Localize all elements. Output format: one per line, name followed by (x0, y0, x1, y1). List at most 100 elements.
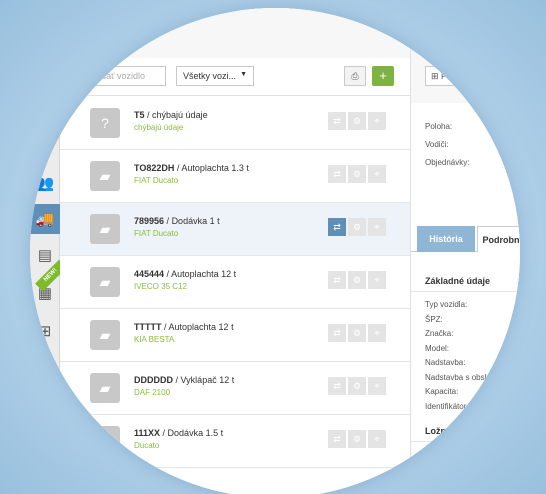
sidebar-item-vehicles[interactable]: 🚚 (30, 204, 60, 234)
sidebar: ╱ 👥 🚚 ▤ ▦ ⊞ NEW! (30, 8, 67, 494)
list-header (60, 8, 410, 58)
assign-driver-icon[interactable]: ⇄ (328, 165, 346, 183)
spec-key: Typ vozidla: (425, 300, 468, 309)
row-actions: ⇄ ⚙ ⌖ (328, 377, 386, 395)
info-link[interactable]: Lokaliz (507, 122, 520, 131)
truck-icon: ▰ (90, 426, 120, 456)
location-pin-icon[interactable]: ⌖ (368, 165, 386, 183)
info-key: Poloha: (425, 122, 453, 131)
spec-key: Značka: (425, 329, 454, 338)
assign-driver-icon[interactable]: ⇄ (328, 218, 346, 236)
documents-icon: ▤ (37, 247, 53, 264)
info-link[interactable]: Priradiť vo (507, 140, 520, 149)
question-icon: ? (90, 108, 120, 138)
sidebar-item-tools[interactable]: ╱ (30, 128, 60, 158)
search-input[interactable]: Hľadať vozidlo (80, 66, 166, 86)
vehicle-row[interactable]: ▰ TTTTT / Autoplachta 12 t KIA BESTA ⇄ ⚙ ⌖ (60, 309, 410, 362)
assign-driver-icon[interactable]: ⇄ (328, 377, 346, 395)
row-actions: ⇄ ⚙ ⌖ (328, 165, 386, 183)
info-key: Vodiči: (425, 140, 449, 149)
tab-history[interactable]: História (417, 226, 475, 252)
truck-icon: ▰ (90, 320, 120, 350)
vehicle-type: Vyklápač 12 t (180, 375, 235, 385)
chevron-down-icon: ▼ (240, 71, 247, 78)
row-actions: ⇄ ⚙ ⌖ (328, 218, 386, 236)
row-actions: ⇄ ⚙ ⌖ (328, 271, 386, 289)
assign-driver-icon[interactable]: ⇄ (328, 324, 346, 342)
vehicle-code: TO822DH (134, 163, 175, 173)
settings-icon[interactable]: ⚙ (348, 324, 366, 342)
add-vehicle-button[interactable]: + (372, 66, 394, 86)
location-pin-icon[interactable]: ⌖ (368, 430, 386, 448)
info-value: chýbajú údaj (507, 158, 520, 167)
print-button[interactable]: ⎙ (344, 66, 366, 86)
vehicle-filter-value: Všetky vozi... (183, 71, 237, 81)
vehicle-model: FIAT Ducato (134, 229, 179, 238)
tab-details[interactable]: Podrobnosti (477, 226, 520, 252)
vehicle-row[interactable]: ▰ TO822DH / Autoplachta 1.3 t FIAT Ducato ⇄… (60, 150, 410, 203)
info-key: Objednávky: (425, 158, 470, 167)
vehicle-list: ? T5 / chýbajú údaje chýbajú údaje ⇄ ⚙ ⌖ ▰ TO82… (60, 97, 410, 468)
vehicle-list-panel: Hľadať vozidlo Všetky vozi... ▼ ⎙ + ? T5 … (60, 8, 410, 494)
spec-key: Identifikátor vozidla: (425, 401, 496, 411)
assign-button-label: Pridať do u (441, 71, 486, 81)
sidebar-item-users[interactable]: 👥 (30, 168, 60, 198)
vehicle-row[interactable]: ▰ 789956 / Dodávka 1 t FIAT Ducato ⇄ ⚙ ⌖ (60, 203, 410, 256)
spec-row: Typ vozidla:Dodáv (425, 300, 520, 309)
vehicle-model: DAF 2100 (134, 388, 171, 397)
vehicle-filter-select[interactable]: Všetky vozi... ▼ (176, 66, 254, 86)
location-pin-icon[interactable]: ⌖ (368, 271, 386, 289)
truck-icon: ▰ (90, 267, 120, 297)
vehicle-title: 789956 / Dodávka 1 t (134, 216, 220, 226)
vehicle-title: 111XX / Dodávka 1.5 t (134, 428, 224, 438)
settings-icon[interactable]: ⚙ (348, 271, 366, 289)
settings-icon[interactable]: ⚙ (348, 430, 366, 448)
vehicle-model: chýbajú údaje (134, 123, 184, 132)
vehicle-type: Dodávka 1 t (171, 216, 220, 226)
vehicle-type: Autoplachta 12 t (168, 322, 234, 332)
sidebar-item-forms[interactable]: ⊞ (30, 316, 60, 346)
vehicle-code: TTTTT (134, 322, 162, 332)
truck-icon: 🚚 (35, 211, 55, 228)
settings-icon[interactable]: ⚙ (348, 165, 366, 183)
spec-row: Max. dĺžka: (425, 450, 520, 459)
assign-driver-icon[interactable]: ⇄ (328, 271, 346, 289)
users-icon: 👥 (35, 175, 55, 192)
vehicle-detail-panel: 789 ⊞ Pridať do u Poloha: Lokaliz Vodiči:… (410, 8, 520, 494)
vehicle-row[interactable]: ▰ 111XX / Dodávka 1.5 t Ducato ⇄ ⚙ ⌖ (60, 415, 410, 468)
detail-title: 789 (425, 40, 447, 55)
spec-key: Nadstavba: (425, 358, 466, 367)
assign-button[interactable]: ⊞ Pridať do u (425, 66, 520, 86)
vehicle-row[interactable]: ▰ DDDDDD / Vyklápač 12 t DAF 2100 ⇄ ⚙ ⌖ (60, 362, 410, 415)
assign-driver-icon[interactable]: ⇄ (328, 430, 346, 448)
vehicle-title: TO822DH / Autoplachta 1.3 t (134, 163, 249, 173)
vehicle-code: 445444 (134, 269, 165, 279)
spec-row: Identifikátor vozidla: (425, 402, 520, 411)
settings-icon[interactable]: ⚙ (348, 112, 366, 130)
section-load-title: Ložná plocha (411, 420, 520, 442)
spec-key: Kapacita: (425, 387, 459, 396)
vehicle-title: 445444 / Autoplachta 12 t (134, 269, 237, 279)
info-row-location: Poloha: Lokaliz (425, 122, 520, 131)
section-basic-title: Základné údaje (411, 270, 520, 292)
spec-key: ŠPZ: (425, 314, 443, 324)
location-pin-icon[interactable]: ⌖ (368, 112, 386, 130)
row-actions: ⇄ ⚙ ⌖ (328, 112, 386, 130)
location-pin-icon[interactable]: ⌖ (368, 377, 386, 395)
location-pin-icon[interactable]: ⌖ (368, 324, 386, 342)
vehicle-code: DDDDDD (134, 375, 173, 385)
vehicle-row[interactable]: ? T5 / chýbajú údaje chýbajú údaje ⇄ ⚙ ⌖ (60, 97, 410, 150)
add-to-icon: ⊞ (431, 71, 442, 81)
spec-row: ŠPZ:78995 (425, 315, 520, 324)
spec-key: Model: (425, 343, 450, 353)
settings-icon[interactable]: ⚙ (348, 218, 366, 236)
settings-icon[interactable]: ⚙ (348, 377, 366, 395)
location-pin-icon[interactable]: ⌖ (368, 218, 386, 236)
vehicle-code: 789956 (134, 216, 165, 226)
info-row-drivers: Vodiči: Priradiť vo (425, 140, 520, 149)
plus-icon: + (379, 68, 387, 83)
print-icon: ⎙ (351, 71, 359, 81)
row-actions: ⇄ ⚙ ⌖ (328, 324, 386, 342)
vehicle-row[interactable]: ▰ 445444 / Autoplachta 12 t IVECO 35 C12 ⇄ ⚙… (60, 256, 410, 309)
assign-driver-icon[interactable]: ⇄ (328, 112, 346, 130)
